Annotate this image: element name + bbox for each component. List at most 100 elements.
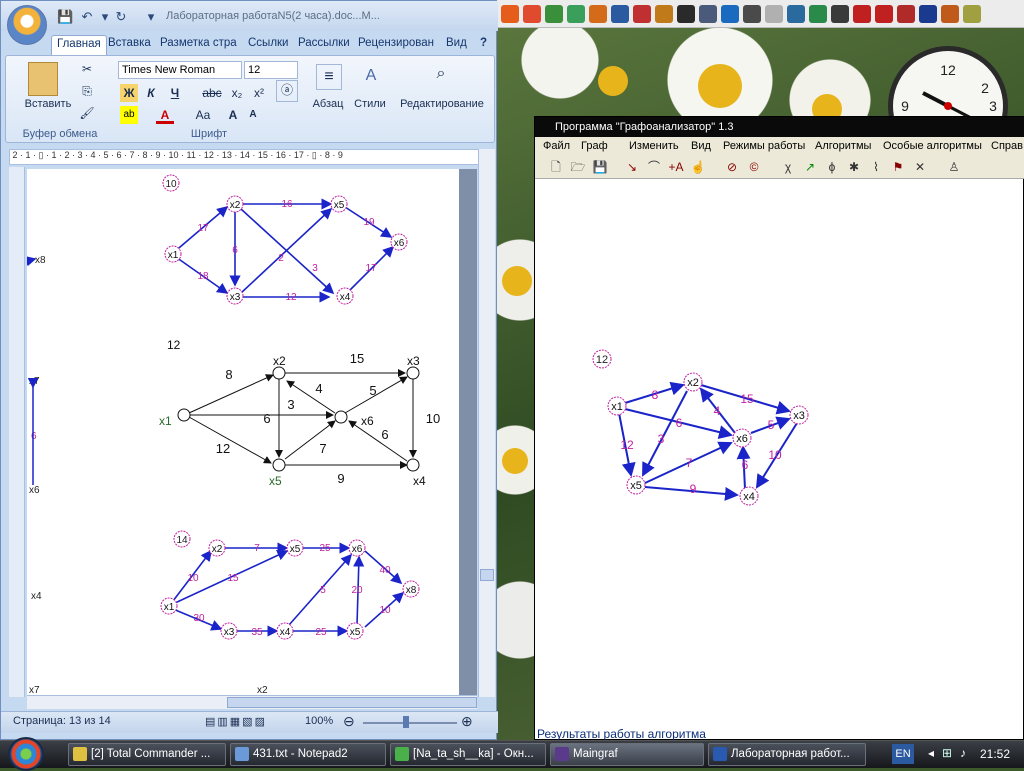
menu-help[interactable]: Справ — [991, 137, 1023, 155]
tab-layout[interactable]: Разметка стра — [155, 35, 242, 55]
taskbar-item-total-commander[interactable]: [2] Total Commander ... — [68, 743, 226, 766]
zoom-slider[interactable] — [363, 722, 457, 724]
app-icon[interactable] — [831, 5, 849, 23]
app-icon[interactable] — [523, 5, 541, 23]
open-icon[interactable]: 🗁 — [569, 158, 587, 176]
menu-algorithms[interactable]: Алгоритмы — [815, 137, 871, 155]
app-icon[interactable] — [589, 5, 607, 23]
styles-icon[interactable]: A — [358, 64, 384, 90]
office-button[interactable] — [7, 5, 47, 45]
format-painter-icon[interactable]: 🖌 — [78, 104, 96, 122]
paste-icon[interactable] — [28, 62, 58, 96]
cut-icon[interactable]: ✂ — [78, 60, 96, 78]
grow-font-button[interactable]: A — [224, 106, 242, 124]
taskbar-item-word[interactable]: Лабораторная работ... — [708, 743, 866, 766]
stop-icon[interactable]: ⊘ — [723, 158, 741, 176]
horizontal-ruler[interactable]: 2 · 1 · ▯ · 1 · 2 · 3 · 4 · 5 · 6 · 7 · … — [9, 149, 489, 165]
highlight-button[interactable]: ab — [120, 106, 138, 124]
clear-format-icon[interactable]: ⓐ — [276, 80, 298, 102]
font-color-button[interactable]: A — [156, 106, 174, 124]
subscript-button[interactable]: x₂ — [228, 84, 246, 102]
language-indicator[interactable]: EN — [892, 744, 914, 764]
menu-special[interactable]: Особые алгоритмы — [883, 137, 982, 155]
strikethrough-button[interactable]: abc — [200, 84, 224, 102]
cross-icon[interactable]: ✕ — [911, 158, 929, 176]
volume-icon[interactable]: ♪ — [960, 746, 966, 760]
scroll-thumb[interactable] — [480, 569, 494, 581]
app-icon[interactable] — [743, 5, 761, 23]
copy-icon[interactable]: ⎘ — [78, 82, 96, 100]
app-icon[interactable] — [853, 5, 871, 23]
styles-button[interactable]: Стили — [350, 98, 390, 110]
help-icon[interactable]: ♙ — [945, 158, 963, 176]
paragraph-icon[interactable]: ≡ — [316, 64, 342, 90]
algo-icon[interactable]: ↗ — [801, 158, 819, 176]
editing-button[interactable]: Редактирование — [394, 98, 490, 110]
app-icon[interactable] — [897, 5, 915, 23]
horizontal-scrollbar[interactable] — [27, 695, 477, 709]
view-buttons[interactable]: ▤▥▦▧▨ — [205, 715, 267, 728]
app-icon[interactable] — [567, 5, 585, 23]
tab-mailings[interactable]: Рассылки — [293, 35, 355, 55]
underline-button[interactable]: Ч — [166, 84, 184, 102]
edge-icon[interactable]: ↘ — [623, 158, 641, 176]
tab-review[interactable]: Рецензирован — [353, 35, 439, 55]
tab-home[interactable]: Главная — [51, 35, 107, 55]
app-icon[interactable] — [809, 5, 827, 23]
taskbar-item-notepad2[interactable]: 431.txt - Notepad2 — [230, 743, 386, 766]
undo-icon[interactable]: ↶ — [79, 9, 95, 25]
tree-icon[interactable]: ✱ — [845, 158, 863, 176]
binoculars-icon[interactable]: ⌕ — [426, 62, 456, 88]
redo-icon[interactable]: ↻ — [113, 9, 129, 25]
customize-qa-icon[interactable]: ▾ — [143, 9, 159, 25]
superscript-button[interactable]: x² — [250, 84, 268, 102]
app-icon[interactable] — [963, 5, 981, 23]
zoom-level[interactable]: 100% — [305, 715, 333, 727]
hscroll-thumb[interactable] — [227, 697, 477, 708]
path-icon[interactable]: ⌇ — [867, 158, 885, 176]
dropdown-icon[interactable]: ▾ — [97, 9, 113, 25]
firefox-icon[interactable] — [501, 5, 519, 23]
acrobat-icon[interactable] — [875, 5, 893, 23]
page-indicator[interactable]: Страница: 13 из 14 — [13, 715, 111, 727]
graph-canvas[interactable]: 12 x1 x2 x3 x4 x5 x6 8 15 4 6 5 3 12 7 6… — [535, 179, 1023, 723]
app-icon[interactable] — [655, 5, 673, 23]
shrink-font-button[interactable]: A — [244, 106, 262, 124]
vertical-scrollbar[interactable] — [478, 149, 495, 697]
clock-time[interactable]: 21:52 — [980, 747, 1010, 761]
change-case-button[interactable]: Aa — [190, 106, 216, 124]
vertical-ruler[interactable] — [9, 167, 25, 697]
app-icon[interactable] — [545, 5, 563, 23]
tab-references[interactable]: Ссылки — [243, 35, 294, 55]
menu-view[interactable]: Вид — [691, 137, 711, 155]
algo-x-icon[interactable]: χ — [779, 158, 797, 176]
new-icon[interactable]: 🗋 — [547, 158, 565, 176]
zoom-in-icon[interactable]: ⊕ — [461, 713, 473, 730]
start-button[interactable] — [8, 737, 44, 771]
save-icon[interactable]: 💾 — [591, 158, 609, 176]
taskbar-item-maingraf[interactable]: Maingraf — [550, 743, 704, 766]
arc-icon[interactable]: ⌒ — [645, 158, 663, 176]
app-icon[interactable] — [919, 5, 937, 23]
tray-expand-icon[interactable]: ◂ — [928, 746, 934, 760]
app-icon[interactable] — [787, 5, 805, 23]
zoom-slider-thumb[interactable] — [403, 716, 409, 728]
network-icon[interactable]: ⊞ — [942, 746, 952, 760]
italic-button[interactable]: К — [142, 84, 160, 102]
bold-button[interactable]: Ж — [120, 84, 138, 102]
add-text-icon[interactable]: +A — [667, 158, 685, 176]
menu-modes[interactable]: Режимы работы — [723, 137, 805, 155]
font-size-combo[interactable]: 12 — [244, 61, 298, 79]
app-icon[interactable] — [699, 5, 717, 23]
tab-insert[interactable]: Вставка — [103, 35, 156, 55]
save-icon[interactable]: 💾 — [57, 9, 73, 25]
paste-button[interactable]: Вставить — [20, 98, 76, 110]
app-icon[interactable] — [633, 5, 651, 23]
app-icon[interactable] — [611, 5, 629, 23]
font-name-combo[interactable]: Times New Roman — [118, 61, 242, 79]
taskbar-item-window[interactable]: [Na_ta_sh__ka] - Окн... — [390, 743, 546, 766]
clear-icon[interactable]: © — [745, 158, 763, 176]
app-icon[interactable] — [677, 5, 695, 23]
app-icon[interactable] — [941, 5, 959, 23]
app-icon[interactable] — [721, 5, 739, 23]
